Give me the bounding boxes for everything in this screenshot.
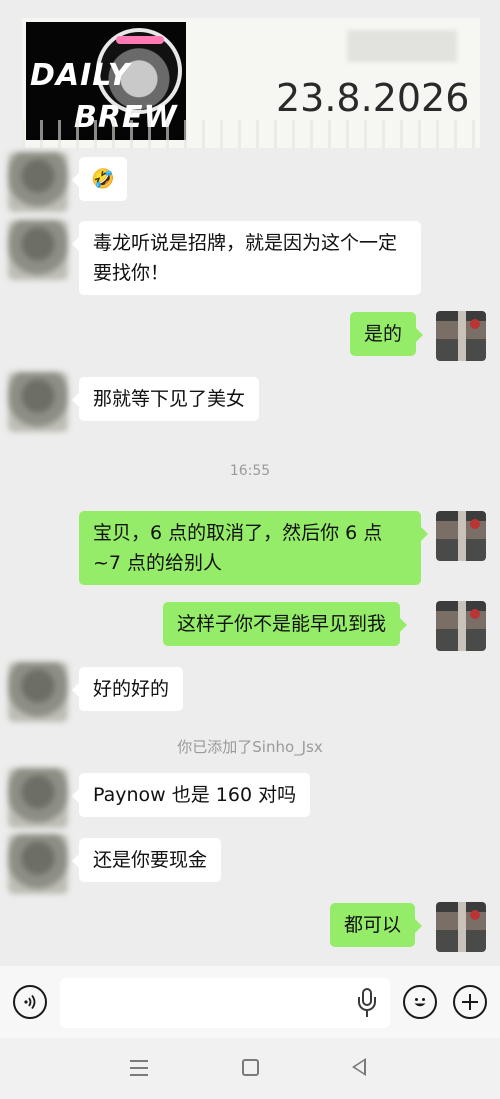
message-bubble-out[interactable]: 宝贝，6 点的取消了，然后你 6 点~7 点的给别人 bbox=[79, 511, 428, 585]
my-avatar[interactable] bbox=[436, 902, 486, 952]
my-avatar[interactable] bbox=[436, 511, 486, 561]
voice-icon[interactable] bbox=[13, 985, 47, 1019]
message-bubble-in[interactable]: 那就等下见了美女 bbox=[71, 377, 260, 421]
contact-avatar[interactable] bbox=[8, 768, 68, 828]
plus-icon[interactable] bbox=[453, 985, 487, 1019]
emoji-icon-glyph bbox=[414, 998, 426, 1007]
home-icon[interactable] bbox=[242, 1059, 259, 1076]
input-bar bbox=[0, 966, 500, 1038]
my-avatar[interactable] bbox=[436, 311, 486, 361]
message-bubble-in[interactable]: 还是你要现金 bbox=[71, 838, 222, 882]
mic-icon[interactable] bbox=[358, 988, 376, 1018]
message-bubble-out[interactable]: 这样子你不是能早见到我 bbox=[163, 602, 408, 646]
chat-timestamp: 16:55 bbox=[229, 463, 271, 479]
message-bubble-in[interactable]: 毒龙听说是招牌，就是因为这个一定要找你！ bbox=[72, 221, 421, 295]
back-icon[interactable] bbox=[352, 1058, 366, 1076]
logo-band bbox=[116, 36, 164, 44]
added-contact-notice: 你已添加了Sinho_Jsx bbox=[177, 738, 323, 756]
system-nav-bar bbox=[0, 1038, 500, 1099]
message-bubble-in[interactable]: 🤣 bbox=[72, 157, 127, 201]
plus-icon-glyph bbox=[462, 994, 478, 1010]
watermark-scribbles bbox=[22, 120, 480, 148]
contact-avatar[interactable] bbox=[8, 372, 68, 432]
watermark-banner: DAILY BREW 23.8.2026 bbox=[22, 18, 480, 148]
contact-avatar[interactable] bbox=[8, 834, 68, 894]
watermark-date: 23.8.2026 bbox=[276, 76, 470, 120]
recent-apps-icon[interactable] bbox=[130, 1060, 148, 1076]
voice-icon-glyph bbox=[24, 994, 36, 1010]
message-bubble-out[interactable]: 是的 bbox=[350, 312, 424, 356]
contact-avatar[interactable] bbox=[8, 662, 68, 722]
logo-line1: DAILY bbox=[30, 58, 131, 93]
message-input[interactable] bbox=[60, 978, 390, 1028]
message-bubble-in[interactable]: Paynow 也是 160 对吗 bbox=[71, 773, 311, 817]
my-avatar[interactable] bbox=[436, 601, 486, 651]
blurred-area bbox=[347, 30, 457, 62]
contact-avatar[interactable] bbox=[8, 152, 68, 212]
message-bubble-out[interactable]: 都可以 bbox=[330, 903, 423, 947]
message-bubble-in[interactable]: 好的好的 bbox=[71, 667, 184, 711]
emoji-icon[interactable] bbox=[403, 985, 437, 1019]
contact-avatar[interactable] bbox=[8, 220, 68, 280]
